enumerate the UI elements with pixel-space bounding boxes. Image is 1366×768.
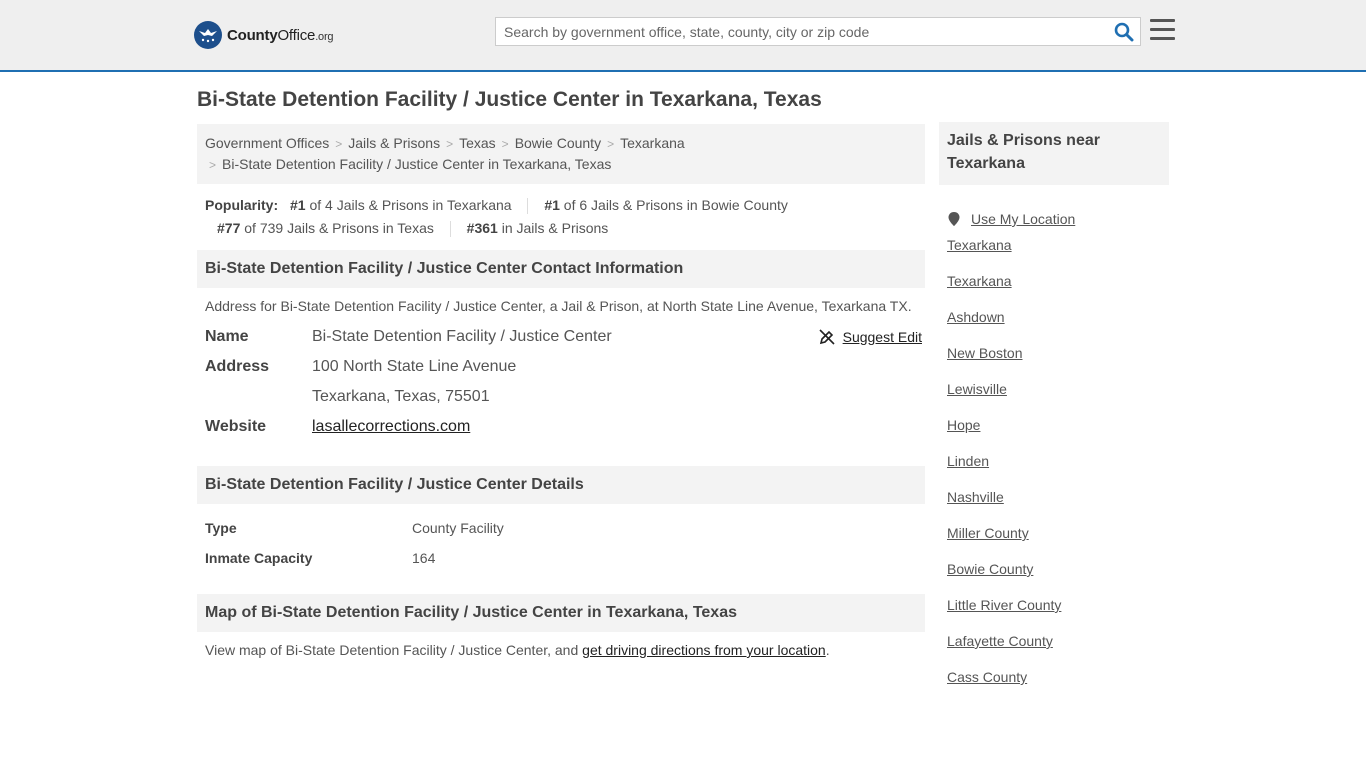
chevron-right-icon: > <box>446 137 454 151</box>
sidebar-item-miller-county[interactable]: Miller County <box>947 525 1029 541</box>
popularity: Popularity: #1 of 4 Jails & Prisons in T… <box>197 184 925 240</box>
logo-text: CountyOffice.org <box>227 26 334 44</box>
map-pin-icon <box>948 212 960 226</box>
edit-icon <box>819 329 835 345</box>
breadcrumb-government-offices[interactable]: Government Offices <box>205 135 329 151</box>
chevron-right-icon: > <box>209 158 217 172</box>
divider <box>449 221 451 238</box>
use-my-location[interactable]: Use My Location <box>939 201 1169 237</box>
page-title: Bi-State Detention Facility / Justice Ce… <box>197 88 822 111</box>
chevron-right-icon: > <box>335 137 343 151</box>
suggest-edit-link[interactable]: Suggest Edit <box>819 329 922 345</box>
chevron-right-icon: > <box>607 137 615 151</box>
address-line2: Texarkana, Texas, 75501 <box>312 388 490 405</box>
search-box <box>495 17 1141 46</box>
contact-info: Name Bi-State Detention Facility / Justi… <box>197 324 925 444</box>
sidebar-item-hope[interactable]: Hope <box>947 417 980 433</box>
sidebar-item-cass-county[interactable]: Cass County <box>947 669 1027 685</box>
map-description: View map of Bi-State Detention Facility … <box>205 642 830 658</box>
contact-description: Address for Bi-State Detention Facility … <box>205 298 912 314</box>
type-value: County Facility <box>412 520 504 536</box>
sidebar-list: Use My Location Texarkana Texarkana Ashd… <box>939 185 1169 705</box>
sidebar-item-linden[interactable]: Linden <box>947 453 989 469</box>
driving-directions-link[interactable]: get driving directions from your locatio… <box>582 642 826 658</box>
site-logo[interactable]: CountyOffice.org <box>194 20 334 50</box>
map-heading: Map of Bi-State Detention Facility / Jus… <box>197 594 925 632</box>
hamburger-menu-icon[interactable] <box>1150 19 1175 41</box>
type-label: Type <box>205 520 237 536</box>
website-value: lasallecorrections.com <box>312 418 470 436</box>
eagle-logo-icon <box>194 21 222 49</box>
search-input[interactable] <box>496 18 1106 45</box>
sidebar-item-nashville[interactable]: Nashville <box>947 489 1004 505</box>
divider <box>527 198 529 215</box>
name-value: Bi-State Detention Facility / Justice Ce… <box>312 328 612 345</box>
sidebar-heading: Jails & Prisons near Texarkana <box>939 122 1169 185</box>
capacity-value: 164 <box>412 550 436 566</box>
sidebar-item-ashdown[interactable]: Ashdown <box>947 309 1005 325</box>
sidebar-item-new-boston[interactable]: New Boston <box>947 345 1022 361</box>
top-bar: CountyOffice.org <box>0 0 1366 72</box>
breadcrumb-texas[interactable]: Texas <box>459 135 496 151</box>
popularity-item: #361 in Jails & Prisons <box>466 220 609 236</box>
sidebar-item-bowie-county[interactable]: Bowie County <box>947 561 1033 577</box>
use-my-location-link[interactable]: Use My Location <box>971 211 1075 227</box>
details-table: Type County Facility Inmate Capacity 164 <box>197 504 925 594</box>
popularity-item: #77 of 739 Jails & Prisons in Texas <box>217 220 434 236</box>
capacity-label: Inmate Capacity <box>205 550 313 566</box>
address-label: Address <box>205 358 270 375</box>
chevron-right-icon: > <box>501 137 509 151</box>
popularity-item: #1 of 4 Jails & Prisons in Texarkana <box>290 197 512 213</box>
breadcrumb-texarkana[interactable]: Texarkana <box>620 135 685 151</box>
sidebar-item-texarkana[interactable]: Texarkana <box>947 237 1012 253</box>
sidebar-item-lafayette-county[interactable]: Lafayette County <box>947 633 1053 649</box>
website-link[interactable]: lasallecorrections.com <box>312 418 470 435</box>
popularity-label: Popularity: <box>205 197 279 213</box>
contact-heading: Bi-State Detention Facility / Justice Ce… <box>197 250 925 288</box>
sidebar: Jails & Prisons near Texarkana Use My Lo… <box>939 122 1169 705</box>
sidebar-item-texarkana[interactable]: Texarkana <box>947 273 1012 289</box>
sidebar-item-lewisville[interactable]: Lewisville <box>947 381 1007 397</box>
search-icon[interactable] <box>1114 22 1134 42</box>
address-line1: 100 North State Line Avenue <box>312 358 517 375</box>
breadcrumb-jails-prisons[interactable]: Jails & Prisons <box>348 135 440 151</box>
sidebar-item-little-river-county[interactable]: Little River County <box>947 597 1061 613</box>
breadcrumb: Government Offices > Jails & Prisons > Texas… <box>197 124 925 184</box>
website-label: Website <box>205 418 267 435</box>
breadcrumb-current: Bi-State Detention Facility / Justice Ce… <box>222 156 612 172</box>
main-content: Government Offices > Jails & Prisons > Texas… <box>197 124 925 668</box>
breadcrumb-bowie-county[interactable]: Bowie County <box>515 135 601 151</box>
name-label: Name <box>205 328 249 345</box>
popularity-item: #1 of 6 Jails & Prisons in Bowie County <box>544 197 788 213</box>
details-heading: Bi-State Detention Facility / Justice Ce… <box>197 466 925 504</box>
